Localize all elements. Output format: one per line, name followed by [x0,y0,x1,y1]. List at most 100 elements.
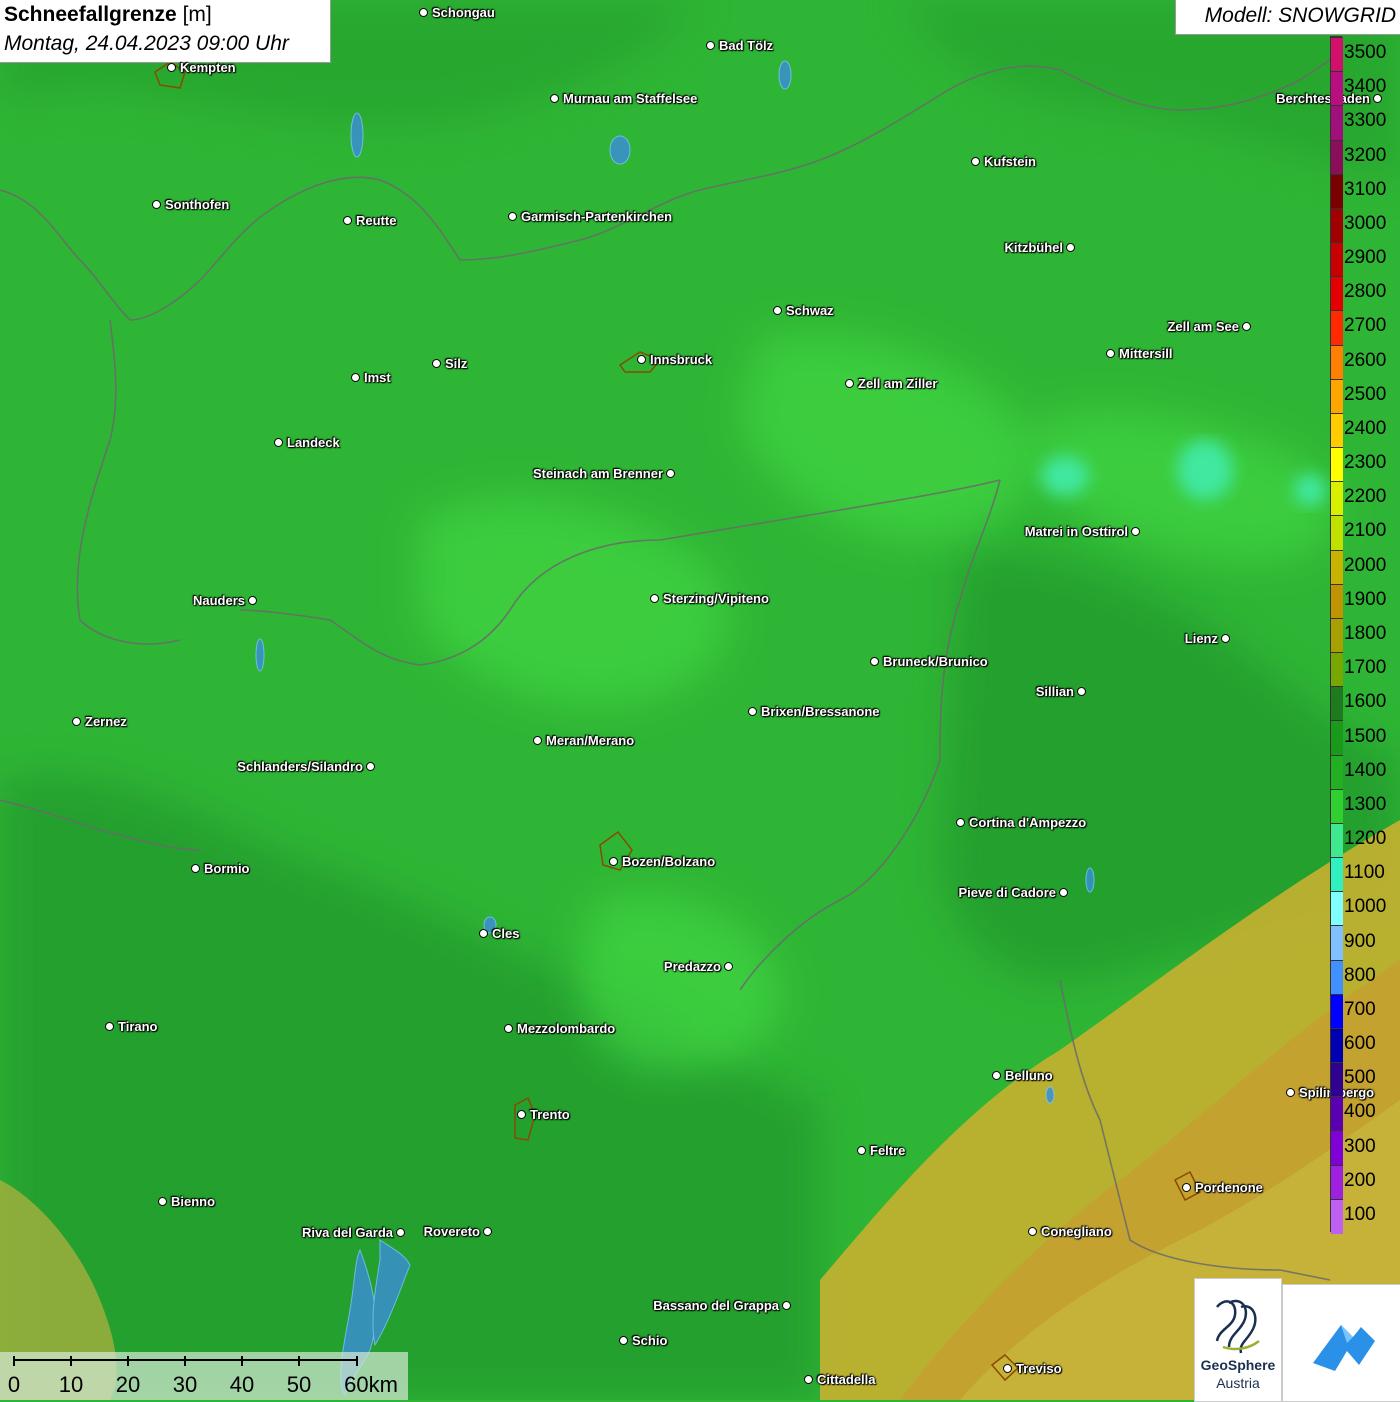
city-marker[interactable] [1003,1364,1012,1373]
city-marker[interactable] [1221,634,1230,643]
city-marker[interactable] [804,1375,813,1384]
geosphere-logo[interactable]: GeoSphere Austria [1194,1278,1282,1402]
city-label[interactable]: Feltre [870,1144,905,1157]
city-label[interactable]: Tirano [118,1020,158,1033]
city-marker[interactable] [1182,1183,1191,1192]
city-marker[interactable] [619,1336,628,1345]
city-marker[interactable] [1131,527,1140,536]
city-marker[interactable] [504,1024,513,1033]
city-label[interactable]: Murnau am Staffelsee [563,92,697,105]
city-label[interactable]: Brixen/Bressanone [761,705,880,718]
city-label[interactable]: Trento [530,1108,570,1121]
city-label[interactable]: Sillian [1036,685,1074,698]
city-marker[interactable] [1106,349,1115,358]
city-label[interactable]: Bormio [204,862,250,875]
city-marker[interactable] [1028,1227,1037,1236]
city-label[interactable]: Cles [492,927,519,940]
city-marker[interactable] [419,8,428,17]
city-marker[interactable] [971,157,980,166]
city-marker[interactable] [517,1110,526,1119]
city-marker[interactable] [724,962,733,971]
city-marker[interactable] [105,1022,114,1031]
city-label[interactable]: Landeck [287,436,340,449]
city-marker[interactable] [550,94,559,103]
city-label[interactable]: Schlanders/Silandro [237,760,363,773]
city-label[interactable]: Meran/Merano [546,734,634,747]
city-label[interactable]: Treviso [1016,1362,1062,1375]
city-marker[interactable] [351,373,360,382]
city-label[interactable]: Bozen/Bolzano [622,855,715,868]
city-marker[interactable] [432,359,441,368]
legend-color-segment [1331,857,1343,893]
city-label[interactable]: Kitzbühel [1005,241,1064,254]
city-label[interactable]: Rovereto [424,1225,480,1238]
city-label[interactable]: Nauders [193,594,245,607]
city-label[interactable]: Mittersill [1119,347,1172,360]
city-label[interactable]: Pieve di Cadore [958,886,1056,899]
city-label[interactable]: Garmisch-Partenkirchen [521,210,672,223]
city-marker[interactable] [773,306,782,315]
city-marker[interactable] [870,657,879,666]
city-label[interactable]: Silz [445,357,467,370]
city-marker[interactable] [1242,322,1251,331]
city-marker[interactable] [1286,1088,1295,1097]
city-marker[interactable] [845,379,854,388]
city-label[interactable]: Kufstein [984,155,1036,168]
city-marker[interactable] [1077,687,1086,696]
city-label[interactable]: Pordenone [1195,1181,1263,1194]
city-label[interactable]: Mezzolombardo [517,1022,615,1035]
city-marker[interactable] [650,594,659,603]
city-label[interactable]: Sterzing/Vipiteno [663,592,769,605]
city-marker[interactable] [343,216,352,225]
city-label[interactable]: Zernez [85,715,127,728]
city-label[interactable]: Bassano del Grappa [653,1299,779,1312]
city-marker[interactable] [1066,243,1075,252]
city-label[interactable]: Innsbruck [650,353,712,366]
city-label[interactable]: Zell am Ziller [858,377,937,390]
city-label[interactable]: Bienno [171,1195,215,1208]
city-marker[interactable] [191,864,200,873]
city-marker[interactable] [483,1227,492,1236]
city-label[interactable]: Bad Tölz [719,39,773,52]
city-label[interactable]: Riva del Garda [302,1226,393,1239]
city-marker[interactable] [857,1146,866,1155]
city-marker[interactable] [366,762,375,771]
city-label[interactable]: Schongau [432,6,495,19]
city-label[interactable]: Predazzo [664,960,721,973]
partner-logo[interactable] [1282,1284,1400,1402]
city-marker[interactable] [274,438,283,447]
city-label[interactable]: Conegliano [1041,1225,1112,1238]
city-label[interactable]: Schwaz [786,304,834,317]
city-label[interactable]: Kempten [180,61,236,74]
city-label[interactable]: Reutte [356,214,396,227]
city-marker[interactable] [1059,888,1068,897]
city-marker[interactable] [956,818,965,827]
city-label[interactable]: Steinach am Brenner [533,467,663,480]
city-marker[interactable] [152,200,161,209]
city-label[interactable]: Matrei in Osttirol [1025,525,1128,538]
city-marker[interactable] [248,596,257,605]
city-label[interactable]: Belluno [1005,1069,1053,1082]
city-label[interactable]: Imst [364,371,391,384]
city-marker[interactable] [637,355,646,364]
city-marker[interactable] [508,212,517,221]
city-marker[interactable] [992,1071,1001,1080]
city-marker[interactable] [158,1197,167,1206]
city-marker[interactable] [666,469,675,478]
city-marker[interactable] [167,63,176,72]
city-marker[interactable] [706,41,715,50]
city-marker[interactable] [479,929,488,938]
city-label[interactable]: Lienz [1185,632,1218,645]
city-marker[interactable] [782,1301,791,1310]
city-marker[interactable] [72,717,81,726]
city-label[interactable]: Zell am See [1167,320,1239,333]
city-marker[interactable] [396,1228,405,1237]
city-label[interactable]: Sonthofen [165,198,229,211]
city-marker[interactable] [609,857,618,866]
city-label[interactable]: Cortina d'Ampezzo [969,816,1086,829]
city-marker[interactable] [748,707,757,716]
city-label[interactable]: Cittadella [817,1373,876,1386]
city-marker[interactable] [533,736,542,745]
city-label[interactable]: Schio [632,1334,667,1347]
city-label[interactable]: Bruneck/Brunico [883,655,988,668]
